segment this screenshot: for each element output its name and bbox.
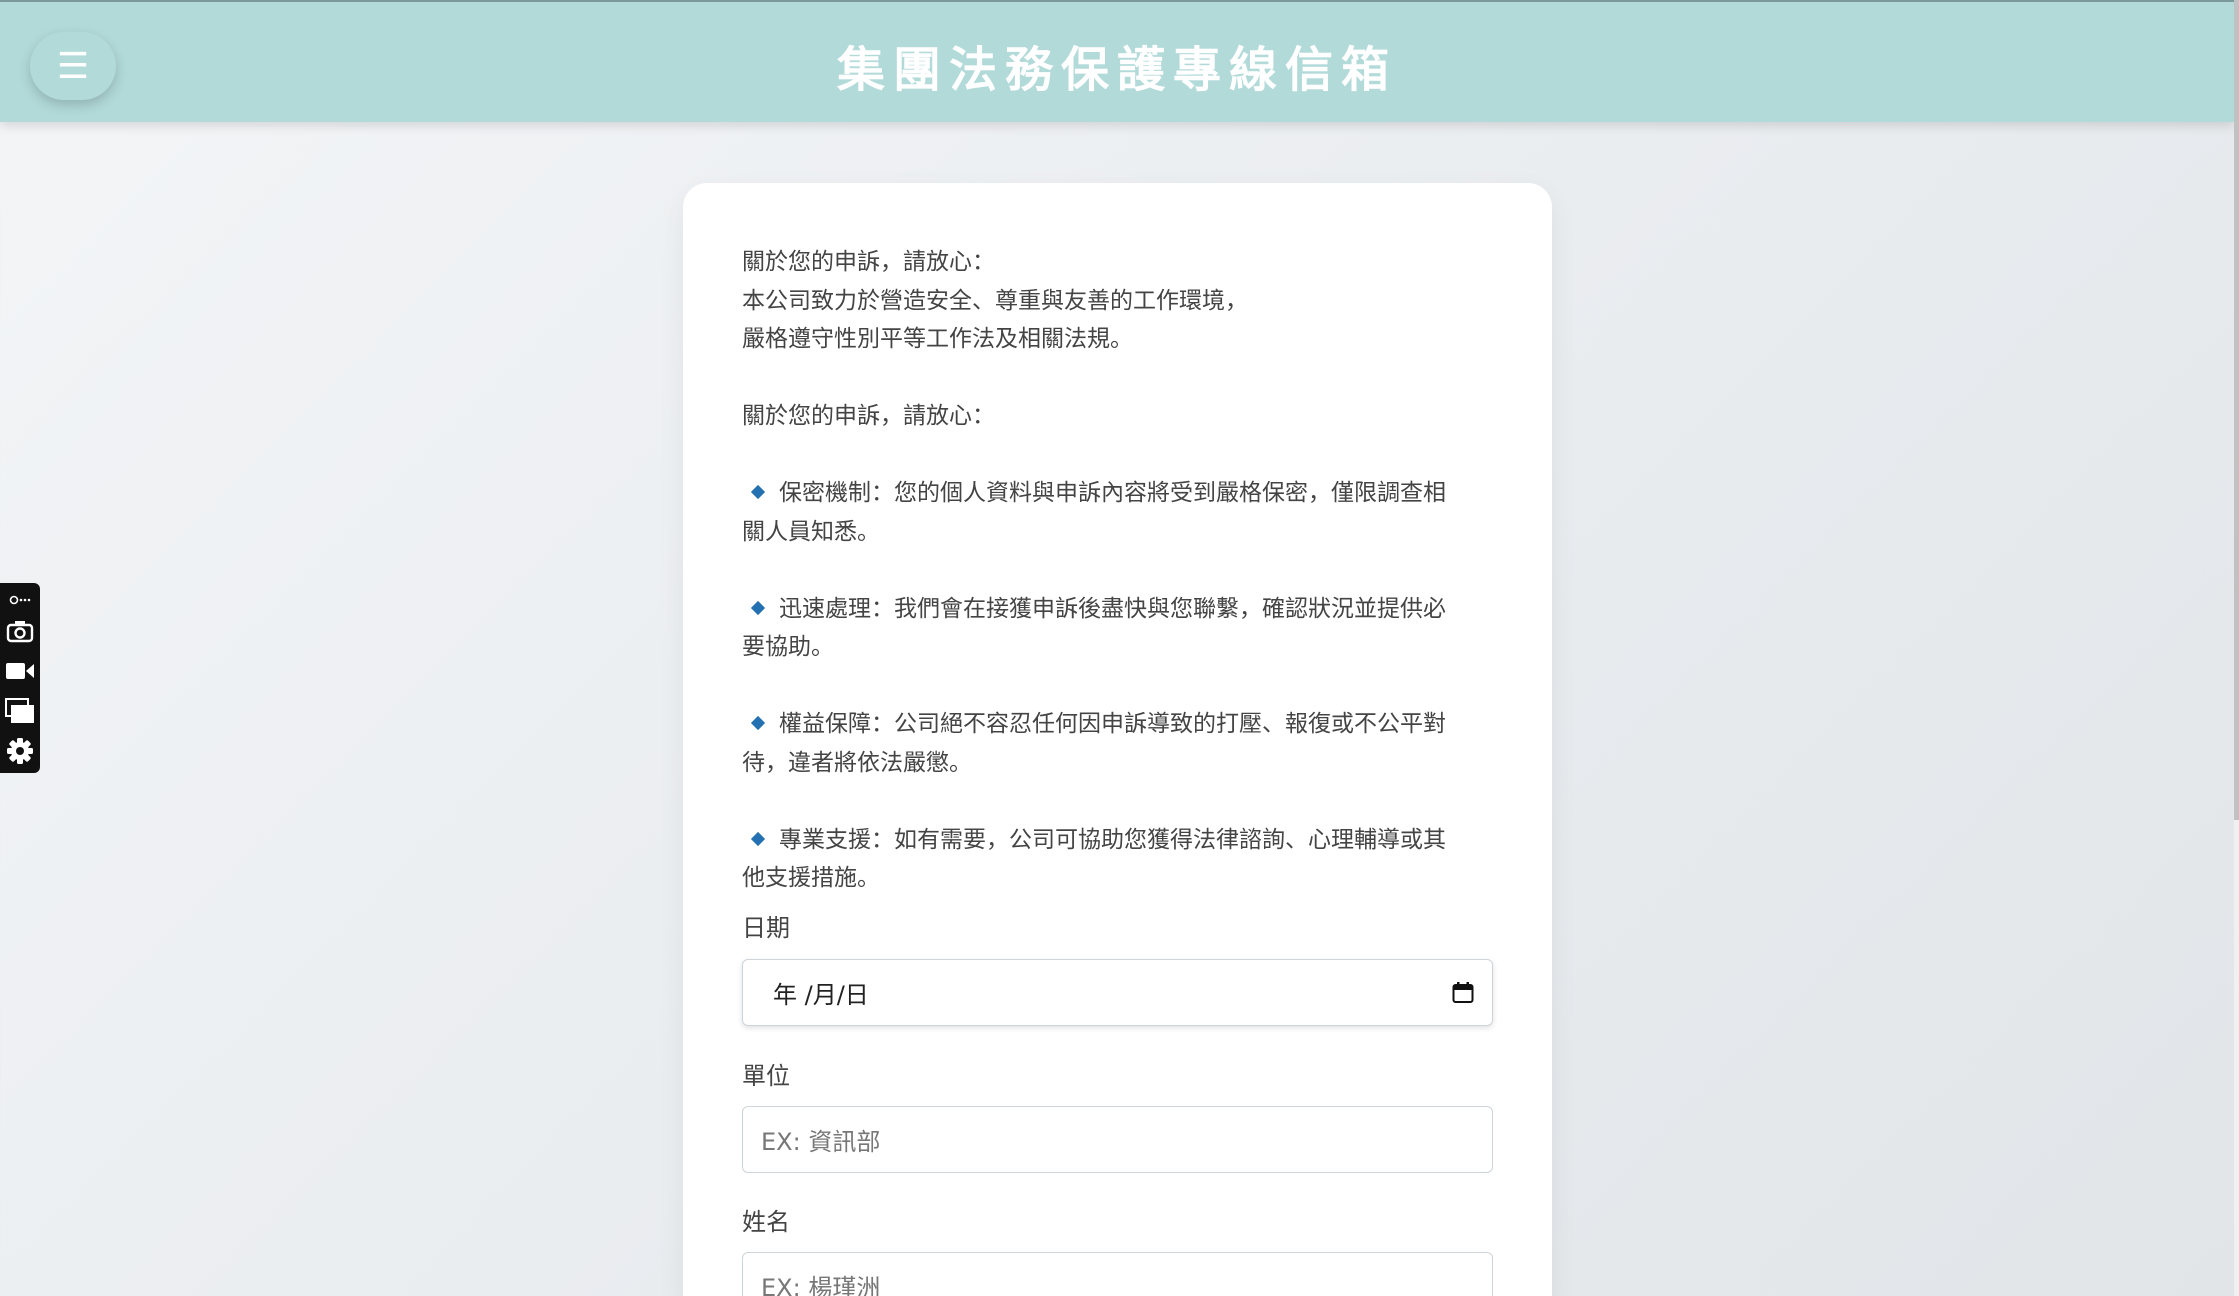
name-label: 姓名 <box>742 1208 790 1236</box>
diamond-bullet-icon <box>750 600 766 615</box>
page-title: 集團法務保護專線信箱 <box>836 42 1397 98</box>
record-icon[interactable] <box>0 589 40 611</box>
diamond-bullet-icon <box>750 715 766 731</box>
intro-line: 嚴格遵守性別平等工作法及相關法規。 <box>742 326 1133 352</box>
bullet-item: 專業支援：如有需要，公司可協助您獲得法律諮詢、心理輔導或其 <box>742 821 1492 860</box>
bullet-item-cont: 他支援措施。 <box>742 865 880 891</box>
unit-placeholder: EX: 資訊部 <box>761 1128 881 1156</box>
diamond-bullet-icon <box>750 484 766 500</box>
name-input[interactable]: EX: 楊瑾洲 <box>742 1252 1493 1296</box>
unit-input[interactable]: EX: 資訊部 <box>742 1106 1493 1173</box>
diamond-bullet-icon <box>750 831 766 846</box>
notice-heading: 關於您的申訴，請放心： <box>742 403 995 429</box>
bullet-item-cont: 關人員知悉。 <box>742 518 880 545</box>
notice-text: 關於您的申訴，請放心： 本公司致力於營造安全、尊重與友善的工作環境， 嚴格遵守性… <box>742 243 1492 898</box>
date-input[interactable]: 年 /月/日 <box>742 959 1493 1026</box>
video-icon[interactable] <box>0 651 40 691</box>
date-label: 日期 <box>742 914 790 942</box>
bullet-item-cont: 要協助。 <box>742 634 834 660</box>
unit-label: 單位 <box>742 1062 790 1090</box>
name-placeholder: EX: 楊瑾洲 <box>761 1274 881 1296</box>
bullet-item: 保密機制：您的個人資料與申訴內容將受到嚴格保密，僅限調查相 <box>742 474 1492 513</box>
complaint-form-card: 關於您的申訴，請放心： 本公司致力於營造安全、尊重與友善的工作環境， 嚴格遵守性… <box>683 183 1552 1296</box>
scrollbar-thumb[interactable] <box>2234 0 2239 820</box>
header-bar: ☰ 集團法務保護專線信箱 <box>0 0 2234 122</box>
camera-icon[interactable] <box>0 611 40 651</box>
date-value: 年 /月/日 <box>773 981 869 1009</box>
windows-icon[interactable] <box>0 691 40 731</box>
intro-line: 本公司致力於營造安全、尊重與友善的工作環境， <box>742 287 1248 314</box>
intro-line: 關於您的申訴，請放心： <box>742 249 995 275</box>
bullet-item-cont: 待，違者將依法嚴懲。 <box>742 749 972 776</box>
calendar-icon[interactable] <box>1452 982 1474 1010</box>
bullet-item: 迅速處理：我們會在接獲申訴後盡快與您聯繫，確認狀況並提供必 <box>742 590 1492 629</box>
settings-icon[interactable] <box>0 731 40 771</box>
bullet-item: 權益保障：公司絕不容忍任何因申訴導致的打壓、報復或不公平對 <box>742 705 1492 744</box>
capture-toolbar <box>0 583 40 773</box>
